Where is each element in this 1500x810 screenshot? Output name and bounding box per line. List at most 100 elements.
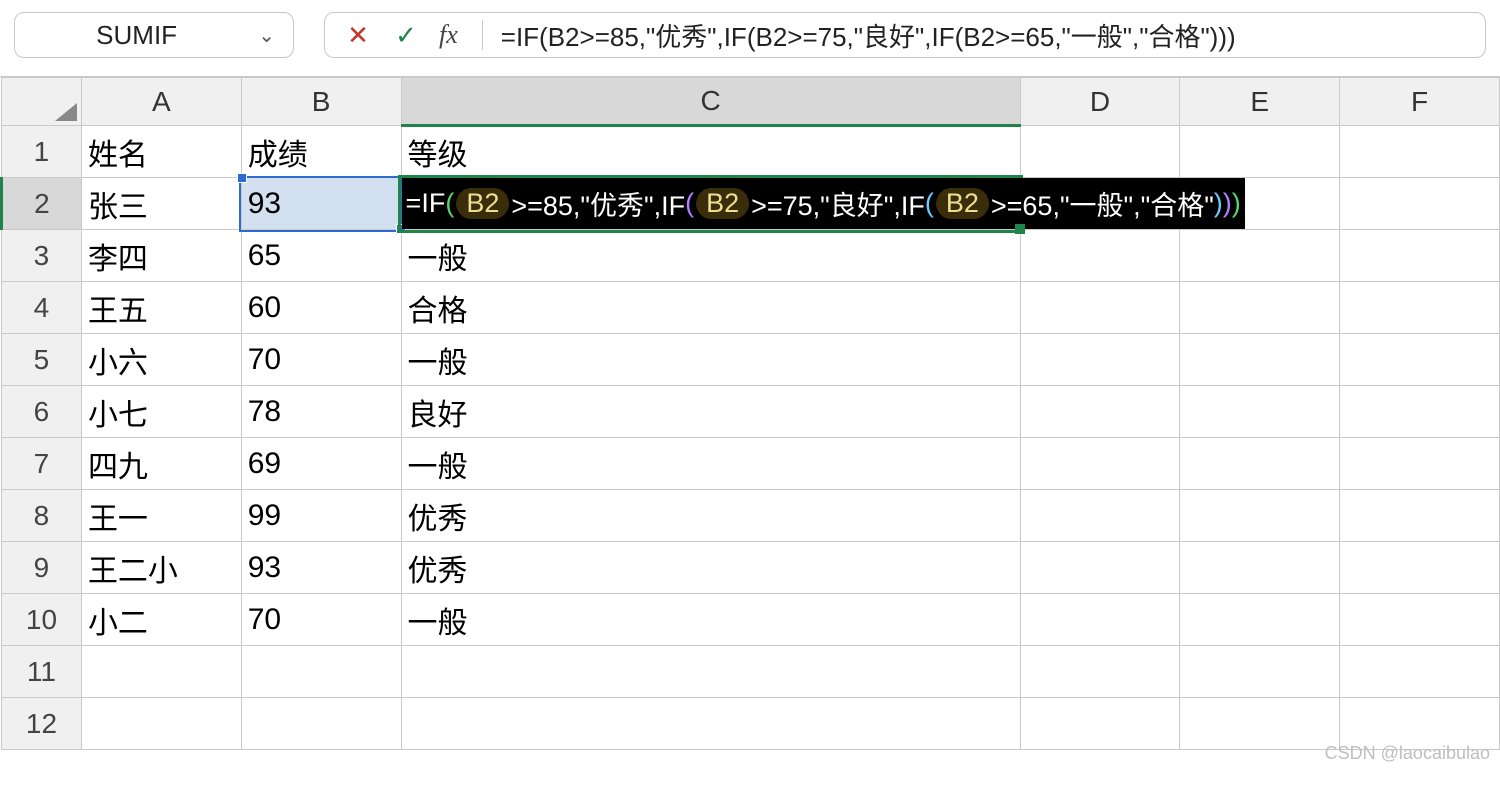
cell[interactable]: 小六 [81, 334, 241, 386]
cell[interactable]: 小七 [81, 386, 241, 438]
cell[interactable] [1180, 698, 1340, 750]
cell[interactable] [1020, 230, 1180, 282]
cell[interactable] [1020, 386, 1180, 438]
cell[interactable] [401, 698, 1020, 750]
cell[interactable] [1340, 126, 1500, 178]
cell[interactable] [1340, 282, 1500, 334]
cell[interactable]: 优秀 [401, 542, 1020, 594]
cell[interactable] [81, 698, 241, 750]
fx-icon[interactable]: fx [439, 20, 458, 50]
cell[interactable] [1180, 126, 1340, 178]
cell-referenced[interactable]: 93 [241, 178, 401, 230]
row-header[interactable]: 1 [2, 126, 82, 178]
cell[interactable] [1180, 230, 1340, 282]
row: 10 小二 70 一般 [2, 594, 1500, 646]
cell[interactable]: 65 [241, 230, 401, 282]
cell[interactable] [1020, 646, 1180, 698]
name-box[interactable]: SUMIF ⌄ [14, 12, 294, 58]
cell[interactable] [1180, 646, 1340, 698]
row-header[interactable]: 11 [2, 646, 82, 698]
cell[interactable] [1340, 230, 1500, 282]
row-header[interactable]: 9 [2, 542, 82, 594]
row-header[interactable]: 10 [2, 594, 82, 646]
col-header-C[interactable]: C [401, 78, 1020, 126]
cell[interactable]: 69 [241, 438, 401, 490]
cell[interactable] [1020, 490, 1180, 542]
cell[interactable] [1020, 126, 1180, 178]
cell[interactable] [1340, 646, 1500, 698]
cell[interactable] [1340, 490, 1500, 542]
cell[interactable]: 优秀 [401, 490, 1020, 542]
cell[interactable] [1180, 594, 1340, 646]
cell[interactable] [1340, 594, 1500, 646]
cell[interactable]: 王一 [81, 490, 241, 542]
cell[interactable] [81, 646, 241, 698]
row-header[interactable]: 5 [2, 334, 82, 386]
cell[interactable]: 王五 [81, 282, 241, 334]
cell[interactable]: 等级 [401, 126, 1020, 178]
row-header[interactable]: 4 [2, 282, 82, 334]
cell[interactable] [241, 646, 401, 698]
formula-input[interactable]: =IF(B2>=85,"优秀",IF(B2>=75,"良好",IF(B2>=65… [501, 17, 1485, 54]
cell[interactable] [1180, 542, 1340, 594]
cell[interactable]: 四九 [81, 438, 241, 490]
cell[interactable]: 姓名 [81, 126, 241, 178]
cell[interactable] [401, 646, 1020, 698]
select-all-corner[interactable] [2, 78, 82, 126]
row-header[interactable]: 2 [2, 178, 82, 230]
cancel-icon[interactable]: ✕ [343, 20, 373, 51]
cell[interactable]: 60 [241, 282, 401, 334]
cell[interactable]: 小二 [81, 594, 241, 646]
cell[interactable]: 良好 [401, 386, 1020, 438]
cell[interactable]: 王二小 [81, 542, 241, 594]
cell[interactable] [1180, 438, 1340, 490]
col-header-B[interactable]: B [241, 78, 401, 126]
col-header-F[interactable]: F [1340, 78, 1500, 126]
row-header[interactable]: 7 [2, 438, 82, 490]
cell[interactable] [1020, 282, 1180, 334]
cell[interactable] [1180, 386, 1340, 438]
cell[interactable] [1340, 334, 1500, 386]
cell[interactable] [1340, 438, 1500, 490]
cell[interactable]: 一般 [401, 594, 1020, 646]
cell[interactable]: 一般 [401, 334, 1020, 386]
row: 3 李四 65 一般 [2, 230, 1500, 282]
cell[interactable] [1020, 698, 1180, 750]
confirm-icon[interactable]: ✓ [391, 20, 421, 51]
cell[interactable] [1020, 594, 1180, 646]
fill-handle[interactable] [1015, 224, 1025, 234]
cell[interactable]: 合格 [401, 282, 1020, 334]
cell[interactable]: 70 [241, 594, 401, 646]
col-header-A[interactable]: A [81, 78, 241, 126]
cell[interactable]: 一般 [401, 438, 1020, 490]
cell[interactable]: 70 [241, 334, 401, 386]
row-header[interactable]: 3 [2, 230, 82, 282]
cell[interactable]: 78 [241, 386, 401, 438]
cell[interactable]: 99 [241, 490, 401, 542]
cell[interactable]: 成绩 [241, 126, 401, 178]
spreadsheet-grid[interactable]: A B C D E F 1 姓名 成绩 等级 2 张三 93 =IF(B2>=8… [0, 76, 1500, 750]
cell[interactable] [1340, 386, 1500, 438]
cell[interactable]: 李四 [81, 230, 241, 282]
cell[interactable]: 一般 [401, 230, 1020, 282]
cell[interactable] [1180, 282, 1340, 334]
cell-editing[interactable]: =IF(B2>=85,"优秀",IF(B2>=75,"良好",IF(B2>=65… [401, 178, 1020, 230]
cell[interactable]: 93 [241, 542, 401, 594]
col-header-E[interactable]: E [1180, 78, 1340, 126]
cell[interactable] [1180, 490, 1340, 542]
cell[interactable] [1340, 698, 1500, 750]
edit-overlay[interactable]: =IF(B2>=85,"优秀",IF(B2>=75,"良好",IF(B2>=65… [402, 178, 1245, 229]
row-header[interactable]: 6 [2, 386, 82, 438]
row-header[interactable]: 8 [2, 490, 82, 542]
cell[interactable]: 张三 [81, 178, 241, 230]
col-header-D[interactable]: D [1020, 78, 1180, 126]
cell[interactable] [1020, 438, 1180, 490]
cell[interactable] [1020, 542, 1180, 594]
cell[interactable] [1180, 334, 1340, 386]
chevron-down-icon[interactable]: ⌄ [258, 23, 275, 48]
cell[interactable] [1340, 542, 1500, 594]
cell[interactable] [241, 698, 401, 750]
cell[interactable] [1020, 334, 1180, 386]
cell[interactable] [1340, 178, 1500, 230]
row-header[interactable]: 12 [2, 698, 82, 750]
